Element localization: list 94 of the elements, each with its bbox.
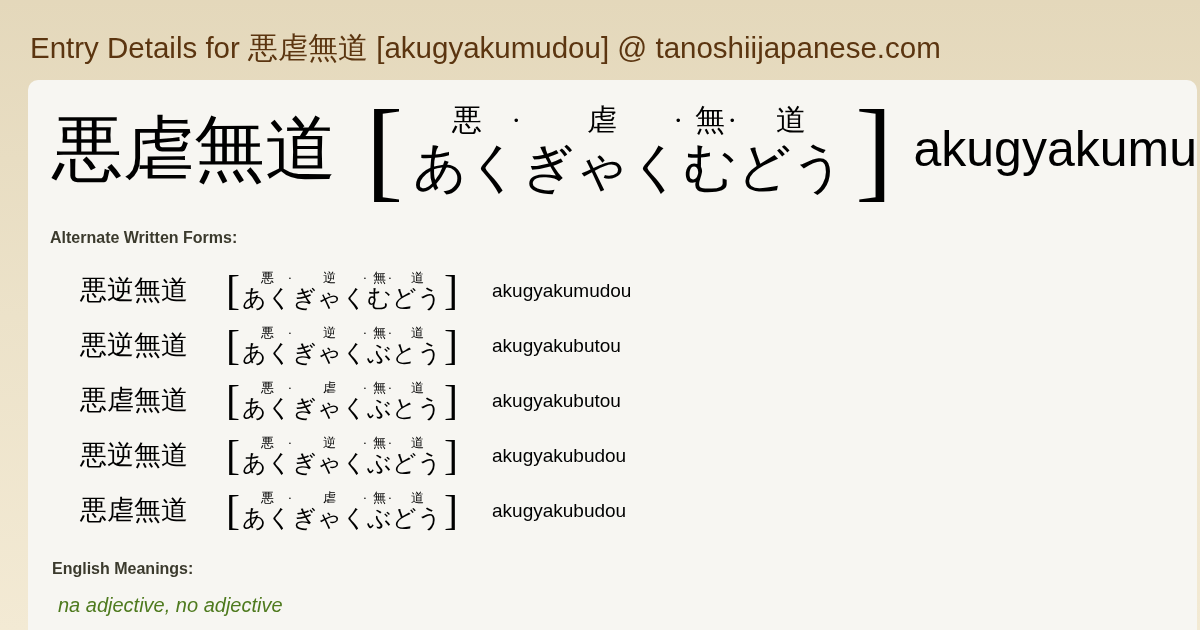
furigana-separator: · [387, 380, 392, 394]
romaji-text: akugyakubudou [492, 445, 627, 465]
close-bracket: ] [855, 96, 893, 203]
kana-reading: ぎゃく [292, 340, 367, 365]
furigana-text: 逆 [323, 435, 336, 449]
furigana-text: 道 [410, 490, 424, 504]
furigana-text: 無 [373, 435, 386, 449]
close-bracket: ] [444, 324, 458, 367]
furigana-text: 道 [410, 270, 424, 284]
furigana-text: 道 [410, 380, 424, 394]
furigana-text: 悪 [452, 104, 483, 135]
open-bracket: [ [226, 269, 240, 312]
close-bracket: ] [444, 489, 458, 532]
kana-reading: どう [392, 450, 442, 475]
furigana-text: 虐 [323, 380, 336, 394]
kana-reading: ぎゃく [292, 450, 367, 475]
kana-reading: あく [242, 395, 292, 420]
close-bracket: ] [444, 434, 458, 477]
furigana-separator: · [287, 270, 292, 284]
kana-reading: ぶ [367, 340, 392, 365]
furigana-separator: · [287, 490, 292, 504]
furigana-separator: · [362, 490, 367, 504]
furigana-separator: · [727, 104, 738, 135]
kana-reading: どう [737, 140, 846, 194]
open-bracket: [ [226, 434, 240, 477]
furigana-text: 悪 [260, 435, 274, 449]
furigana-text: 無 [373, 270, 386, 284]
open-bracket: [ [226, 379, 240, 422]
word-text: 悪虐無道 [80, 386, 188, 414]
romaji-text: akugyakubudou [492, 500, 627, 520]
furigana-separator: · [287, 435, 292, 449]
kana-reading: とう [392, 395, 442, 420]
furigana-text: 悪 [260, 490, 274, 504]
furigana-separator: · [387, 270, 392, 284]
open-bracket: [ [226, 324, 240, 367]
section-heading: English Meanings: [52, 559, 194, 580]
furigana-separator: · [362, 435, 367, 449]
open-bracket: [ [365, 96, 404, 203]
furigana-text: 道 [410, 435, 424, 449]
furigana-text: 無 [373, 325, 386, 339]
word-text: 悪逆無道 [80, 441, 188, 469]
kana-reading: どう [392, 285, 442, 310]
furigana-separator: · [387, 490, 392, 504]
word-text: 悪逆無道 [80, 331, 188, 359]
furigana-separator: · [387, 325, 392, 339]
kana-reading: あく [242, 340, 292, 365]
furigana-text: 逆 [323, 325, 336, 339]
furigana-text: 逆 [323, 270, 336, 284]
furigana-text: 悪 [260, 380, 274, 394]
word-text: 悪虐無道 [80, 496, 188, 524]
furigana-text: 悪 [260, 325, 274, 339]
furigana-separator: · [673, 104, 684, 135]
kana-reading: あく [413, 140, 522, 194]
romaji-text: akugyakubutou [492, 390, 621, 410]
furigana-text: 悪 [260, 270, 274, 284]
furigana-separator: · [387, 435, 392, 449]
word-text: 悪虐無道 [52, 113, 336, 185]
romaji-text: akugyakubutou [492, 335, 621, 355]
kana-reading: ぎゃく [292, 505, 367, 530]
kana-reading: む [683, 140, 738, 194]
furigana-separator: · [287, 380, 292, 394]
furigana-text: 虐 [587, 104, 618, 135]
romaji-text: akugyakumudou [492, 280, 632, 300]
furigana-text: 無 [373, 490, 386, 504]
open-bracket: [ [226, 489, 240, 532]
furigana-separator: · [287, 325, 292, 339]
kana-reading: ぶ [367, 505, 392, 530]
kana-reading: どう [392, 505, 442, 530]
section-heading: Alternate Written Forms: [50, 228, 238, 249]
kana-reading: ぶ [367, 395, 392, 420]
kana-reading: ぎゃく [292, 285, 367, 310]
parts-of-speech-text: na adjective, no adjective [58, 595, 283, 616]
furigana-separator: · [362, 270, 367, 284]
furigana-text: 道 [776, 104, 807, 135]
furigana-separator: · [362, 380, 367, 394]
word-text: 悪逆無道 [80, 276, 188, 304]
kana-reading: む [367, 285, 392, 310]
kana-reading: あく [242, 285, 292, 310]
kana-reading: ぶ [367, 450, 392, 475]
page-title: Entry Details for 悪虐無道 [akugyakumudou] @ tanoshiijapanese.com [30, 33, 941, 63]
kana-reading: とう [392, 340, 442, 365]
romaji-text: akugyakumu [913, 124, 1197, 175]
close-bracket: ] [444, 269, 458, 312]
furigana-separator: · [511, 104, 522, 135]
furigana-text: 無 [373, 380, 386, 394]
kana-reading: ぎゃく [521, 140, 684, 194]
kana-reading: あく [242, 505, 292, 530]
close-bracket: ] [444, 379, 458, 422]
kana-reading: あく [242, 450, 292, 475]
furigana-separator: · [362, 325, 367, 339]
furigana-text: 道 [410, 325, 424, 339]
furigana-text: 虐 [323, 490, 336, 504]
kana-reading: ぎゃく [292, 395, 367, 420]
furigana-text: 無 [695, 104, 726, 135]
